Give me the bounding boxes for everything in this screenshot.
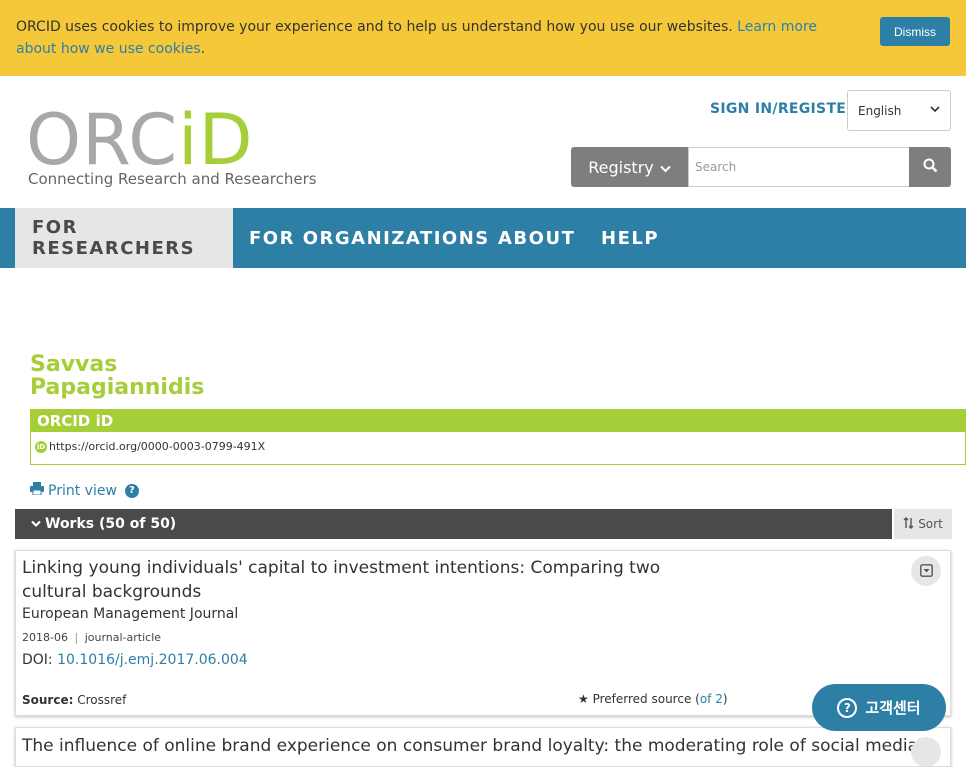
work-title: The influence of online brand experience… <box>22 736 919 756</box>
cookie-banner: ORCID uses cookies to improve your exper… <box>0 0 966 76</box>
works-heading: Works (50 of 50) <box>45 516 177 532</box>
caret-square-down-icon <box>919 562 933 581</box>
work-title: Linking young individuals' capital to in… <box>22 558 661 602</box>
search-placeholder: Search <box>695 160 737 174</box>
preferred-label: Preferred source ( <box>592 692 700 706</box>
expand-work-button[interactable] <box>911 737 941 766</box>
profile-last-name: Papagiannidis <box>30 375 205 400</box>
chevron-down-icon <box>660 158 671 177</box>
work-doi: DOI: 10.1016/j.emj.2017.06.004 <box>22 652 248 668</box>
logo-orc: ORC <box>26 99 179 181</box>
search-input[interactable]: Search <box>688 147 910 187</box>
works-section-header[interactable]: Works (50 of 50) <box>15 509 892 539</box>
print-view-link[interactable]: Print view <box>48 483 117 499</box>
search-icon <box>923 158 938 177</box>
nav-help[interactable]: HELP <box>601 208 659 268</box>
registry-label: Registry <box>588 157 654 177</box>
logo-tagline: Connecting Research and Researchers <box>28 170 317 188</box>
cookie-text: ORCID uses cookies to improve your exper… <box>16 19 738 35</box>
cookie-message: ORCID uses cookies to improve your exper… <box>16 16 856 60</box>
orcid-id-heading: ORCID iD <box>31 410 965 432</box>
dismiss-button[interactable]: Dismiss <box>880 17 950 46</box>
work-type: journal-article <box>84 631 162 644</box>
signin-register-link[interactable]: SIGN IN/REGISTER <box>710 101 857 117</box>
work-source: Source: Crossref <box>22 693 126 707</box>
work-item: The influence of online brand experience… <box>15 727 951 767</box>
print-view-row: Print view ? <box>30 482 139 499</box>
work-meta: 2018-06 | journal-article <box>22 631 162 644</box>
orcid-url-row: iD https://orcid.org/0000-0003-0799-491X <box>35 440 265 453</box>
preferred-source: ★ Preferred source (of 2) <box>578 692 728 706</box>
help-center-button[interactable]: ? 고객센터 <box>812 684 946 731</box>
star-icon: ★ <box>578 692 589 706</box>
language-select[interactable]: English <box>847 90 951 131</box>
nav-for-organizations[interactable]: FOR ORGANIZATIONS <box>249 208 490 268</box>
sort-label: Sort <box>918 517 943 531</box>
profile-name: Savvas Papagiannidis <box>30 353 204 399</box>
printer-icon <box>30 482 44 499</box>
orcid-id-box: ORCID iD iD https://orcid.org/0000-0003-… <box>30 409 966 465</box>
work-item: Linking young individuals' capital to in… <box>15 550 951 716</box>
preferred-suffix: ) <box>722 692 728 706</box>
chevron-down-icon <box>31 516 41 532</box>
source-value: Crossref <box>77 693 127 707</box>
profile-first-name: Savvas <box>30 352 118 377</box>
question-icon: ? <box>837 697 858 718</box>
nav-about[interactable]: ABOUT <box>498 208 575 268</box>
work-journal: European Management Journal <box>22 606 239 622</box>
orcid-url[interactable]: https://orcid.org/0000-0003-0799-491X <box>49 440 265 453</box>
sort-icon <box>903 516 914 532</box>
logo-id: iD <box>178 99 254 181</box>
main-navbar: FOR RESEARCHERS FOR ORGANIZATIONS ABOUT … <box>0 208 966 268</box>
source-label: Source: <box>22 693 74 707</box>
chevron-down-icon <box>930 105 940 116</box>
help-center-label: 고객센터 <box>865 699 921 717</box>
registry-dropdown-button[interactable]: Registry <box>571 147 688 187</box>
cookie-suffix: . <box>200 41 206 57</box>
logo-wordmark: ORCiD <box>26 100 254 180</box>
expand-work-button[interactable] <box>911 556 941 586</box>
doi-link[interactable]: 10.1016/j.emj.2017.06.004 <box>57 652 248 668</box>
sort-button[interactable]: Sort <box>894 509 952 539</box>
preferred-sources-link[interactable]: of 2 <box>700 692 723 706</box>
doi-label: DOI: <box>22 652 58 668</box>
nav-for-researchers[interactable]: FOR RESEARCHERS <box>15 208 233 268</box>
work-date: 2018-06 <box>22 631 68 644</box>
question-icon[interactable]: ? <box>124 483 139 498</box>
orcid-logo[interactable]: ORCiD Connecting Research and Researcher… <box>26 100 326 195</box>
search-button[interactable] <box>909 147 951 187</box>
orcid-id-icon: iD <box>35 440 47 453</box>
language-value: English <box>858 103 902 118</box>
